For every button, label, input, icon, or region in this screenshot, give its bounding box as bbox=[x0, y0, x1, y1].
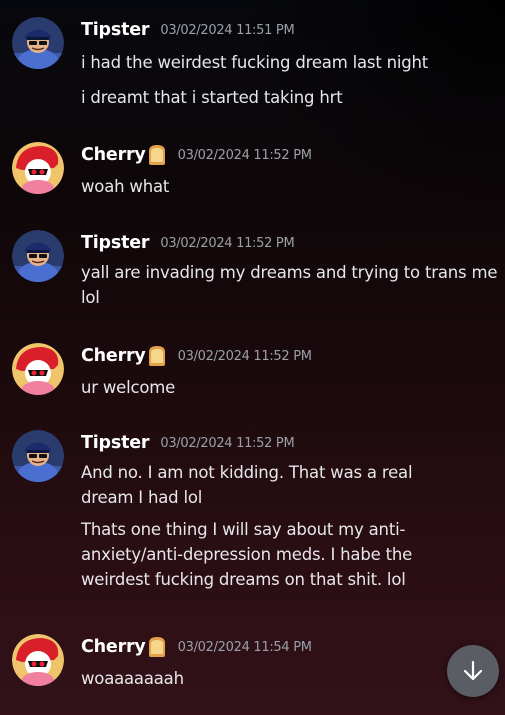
username[interactable]: Tipster bbox=[81, 233, 150, 253]
message-header: Cherry 03/02/2024 11:52 PM bbox=[81, 343, 312, 369]
message-text: ur welcome bbox=[81, 378, 176, 397]
message-header: Cherry 03/02/2024 11:52 PM bbox=[81, 142, 312, 168]
bread-emoji-icon bbox=[147, 345, 167, 367]
message-timestamp: 03/02/2024 11:52 PM bbox=[177, 348, 312, 364]
username[interactable]: Tipster bbox=[81, 20, 150, 40]
message-text: And no. I am not kidding. That was a rea… bbox=[81, 463, 413, 507]
message-header: Cherry 03/02/2024 11:54 PM bbox=[81, 634, 312, 660]
message-timestamp: 03/02/2024 11:51 PM bbox=[160, 22, 295, 38]
username[interactable]: Cherry bbox=[81, 637, 146, 657]
message-timestamp: 03/02/2024 11:54 PM bbox=[177, 639, 312, 655]
message-text: i had the weirdest fucking dream last ni… bbox=[81, 53, 429, 72]
arrow-down-icon bbox=[463, 660, 483, 681]
message-text: i dreamt that i started taking hrt bbox=[81, 88, 343, 107]
avatar-cherry[interactable] bbox=[12, 343, 64, 395]
message-text: Thats one thing I will say about my anti… bbox=[81, 520, 413, 589]
jump-to-bottom-button[interactable] bbox=[447, 645, 499, 697]
avatar-cherry[interactable] bbox=[12, 634, 64, 686]
tipster-avatar-icon bbox=[12, 17, 64, 69]
username[interactable]: Cherry bbox=[81, 145, 146, 165]
message-text: woaaaaaaah bbox=[81, 669, 184, 688]
cherry-avatar-icon bbox=[12, 343, 64, 395]
message-header: Tipster 03/02/2024 11:52 PM bbox=[81, 430, 295, 456]
message-header: Tipster 03/02/2024 11:51 PM bbox=[81, 17, 295, 43]
avatar-cherry[interactable] bbox=[12, 142, 64, 194]
tipster-avatar-icon bbox=[12, 430, 64, 482]
message-text: woah what bbox=[81, 177, 170, 196]
chat-message-list[interactable]: Tipster 03/02/2024 11:51 PM i had the we… bbox=[0, 0, 505, 715]
message-header: Tipster 03/02/2024 11:52 PM bbox=[81, 230, 295, 256]
message-timestamp: 03/02/2024 11:52 PM bbox=[160, 435, 295, 451]
avatar-tipster[interactable] bbox=[12, 230, 64, 282]
message-timestamp: 03/02/2024 11:52 PM bbox=[177, 147, 312, 163]
tipster-avatar-icon bbox=[12, 230, 64, 282]
username[interactable]: Cherry bbox=[81, 346, 146, 366]
cherry-avatar-icon bbox=[12, 634, 64, 686]
cherry-avatar-icon bbox=[12, 142, 64, 194]
message-text: yall are invading my dreams and trying t… bbox=[81, 263, 498, 307]
bread-emoji-icon bbox=[147, 636, 167, 658]
avatar-tipster[interactable] bbox=[12, 430, 64, 482]
username[interactable]: Tipster bbox=[81, 433, 150, 453]
message-timestamp: 03/02/2024 11:52 PM bbox=[160, 235, 295, 251]
avatar-tipster[interactable] bbox=[12, 17, 64, 69]
bread-emoji-icon bbox=[147, 144, 167, 166]
